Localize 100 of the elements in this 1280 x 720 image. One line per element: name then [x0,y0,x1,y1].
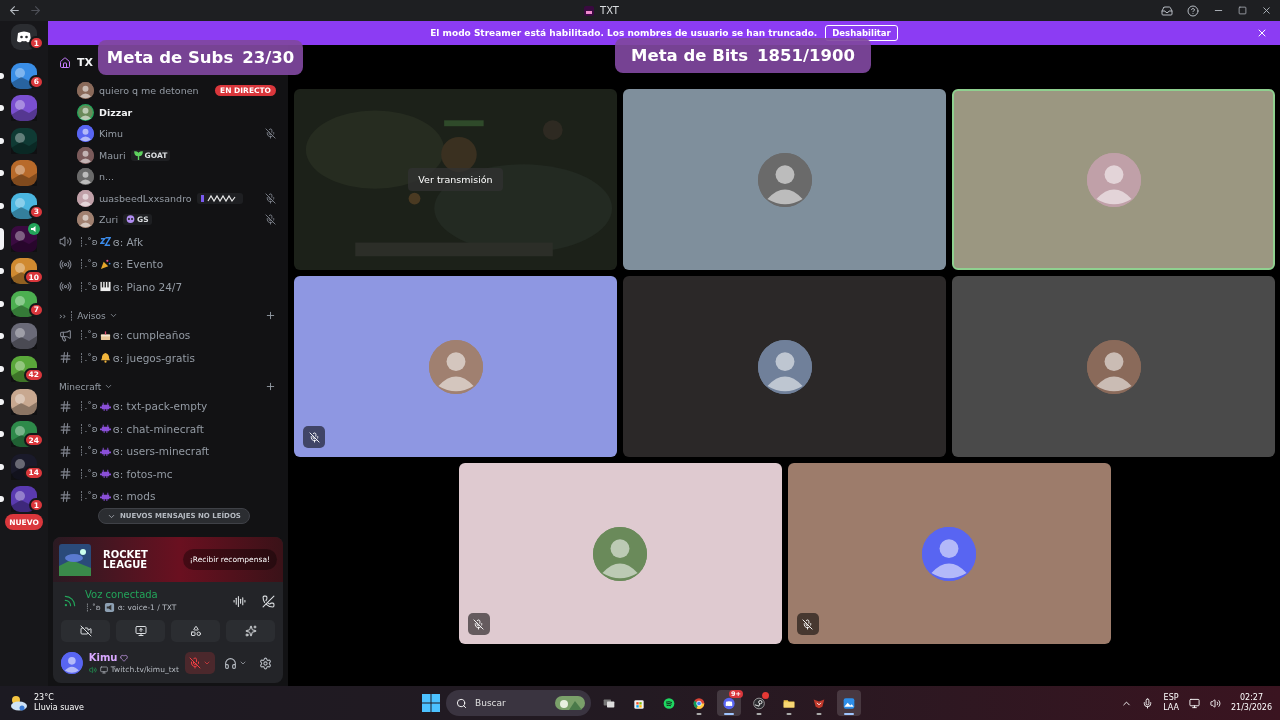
channel-name: ɞ: txt-pack-empty [112,400,208,413]
channel-item[interactable]: ┊.˚ʚ ɞ: Afk [56,230,280,253]
stage-icon [59,280,72,294]
channel-decoration: ┊.˚ʚ [79,259,98,270]
help-icon[interactable] [1187,4,1199,17]
sprout-icon [133,150,143,160]
member-name[interactable]: n... [99,171,115,183]
avatar [428,339,483,394]
channel-decoration: ┊.˚ʚ [79,491,98,502]
mute-button[interactable] [185,652,215,674]
maximize-icon[interactable] [1238,6,1247,15]
volume-icon[interactable] [1209,697,1221,709]
server-icon[interactable] [11,160,37,187]
server-icon[interactable] [11,62,37,89]
party-popper-icon [99,258,111,270]
server-name: TX [77,56,93,69]
channel-decoration: ┊.˚ʚ [79,468,98,479]
member-name[interactable]: ɯasbeedLxxsandro [99,192,192,204]
server-icon[interactable] [11,95,37,122]
server-icon[interactable] [11,290,37,317]
participant-tile[interactable] [952,276,1275,457]
member-name[interactable]: Zuri [99,214,119,226]
channel-name: ɞ: chat-minecraft [112,422,204,435]
avatar [1086,152,1141,207]
search-field[interactable]: Buscar [473,697,549,709]
participant-tile[interactable] [952,89,1275,270]
close-icon[interactable] [1256,27,1268,39]
watch-stream-button[interactable]: Ver transmisión [408,168,503,191]
stage-icon [59,257,72,271]
participant-tile[interactable] [294,276,617,457]
channel-item[interactable]: ┊.˚ʚ ɞ: users-minecraft [56,440,280,463]
camera-button[interactable] [61,620,110,642]
add-channel-icon[interactable] [265,310,276,321]
keyboard-layout: LAA [1163,703,1179,713]
microphone-icon[interactable] [1142,697,1154,709]
avatar [757,339,812,394]
taskbar-app[interactable] [837,690,861,716]
server-icon[interactable] [11,323,37,350]
category-name[interactable]: ›› ┊ Avisos [59,310,106,321]
member-name[interactable]: Kimu [99,128,124,140]
speaker-emoji-icon [103,602,115,613]
channel-item[interactable]: ┊.˚ʚ ɞ: juegos-gratis [56,346,280,369]
add-channel-icon[interactable] [265,381,276,392]
server-icon[interactable] [11,388,37,415]
piano-keys-icon [99,281,111,293]
member-name[interactable]: Dizzar [99,106,133,118]
game-logo: ROCKET LEAGUE [103,549,148,570]
disconnect-icon[interactable] [262,594,275,608]
channel-item[interactable]: ┊.˚ʚ ɞ: Piano 24/7 [56,275,280,298]
start-button[interactable] [422,694,440,712]
search-bar[interactable]: Buscar [446,690,591,716]
channel-item[interactable]: ┊.˚ʚ ɞ: mods [56,485,280,508]
invader-icon [99,468,111,480]
display-icon[interactable] [1188,697,1200,709]
chevron-down-icon [239,659,247,667]
participant-tile[interactable] [787,463,1111,644]
bell-icon [99,352,111,364]
channel-item[interactable]: ┊.˚ʚ ɞ: txt-pack-empty [56,395,280,418]
discord-home-icon[interactable] [11,24,37,50]
screen-share-icon [134,625,147,637]
channel-item[interactable]: ┊.˚ʚ ɞ: chat-minecraft [56,417,280,440]
window-title: TXT [600,5,619,16]
close-icon[interactable] [1261,5,1272,16]
category-name[interactable]: Minecraft [59,381,102,392]
channel-name: ɞ: Evento [112,258,164,271]
channel-name: ɞ: mods [112,490,156,503]
hash-icon [59,444,72,458]
member-name[interactable]: quiero q me detonen [99,85,199,97]
channel-name: ɞ: cumpleaños [112,329,191,342]
server-icon[interactable] [11,486,37,513]
channel-name: ɞ: juegos-gratis [112,351,195,364]
voice-status: Voz conectada [85,589,159,600]
screen-share-button[interactable] [116,620,165,642]
soundboard-button[interactable] [226,620,275,642]
weather-cloud-sun-icon[interactable] [8,694,28,712]
participant-tile[interactable] [623,276,946,457]
channel-decoration: ┊.˚ʚ [79,446,98,457]
mic-off-icon [473,618,484,630]
headphones-icon [224,656,237,670]
cake-icon [99,329,111,341]
channel-item[interactable]: ┊.˚ʚ ɞ: cumpleaños [56,324,280,347]
mic-off-icon [189,657,201,669]
noise-suppression-icon[interactable] [233,594,246,608]
input-language: ESP [1163,693,1179,703]
stream-tile[interactable]: Ver transmisión [294,89,617,270]
channel-item[interactable]: ┊.˚ʚ ɞ: Evento [56,253,280,276]
member-name[interactable]: Mauri [99,149,126,161]
participant-tile[interactable] [458,463,782,644]
back-arrow-icon[interactable] [8,4,21,17]
activities-button[interactable] [171,620,220,642]
banner-message: El modo Streamer está habilitado. Los nombres de usuario se han truncado. [430,28,818,38]
server-icon[interactable] [11,192,37,219]
inbox-icon[interactable] [1161,4,1173,17]
participant-tile[interactable] [623,89,946,270]
server-icon [584,5,595,16]
goal-value: 1851/1900 [757,46,855,65]
sleep-emoji-icon [99,236,111,248]
channel-item[interactable]: ┊.˚ʚ ɞ: fotos-mc [56,462,280,485]
heart-icon [120,653,129,662]
channel-decoration: ┊.˚ʚ [79,401,98,412]
